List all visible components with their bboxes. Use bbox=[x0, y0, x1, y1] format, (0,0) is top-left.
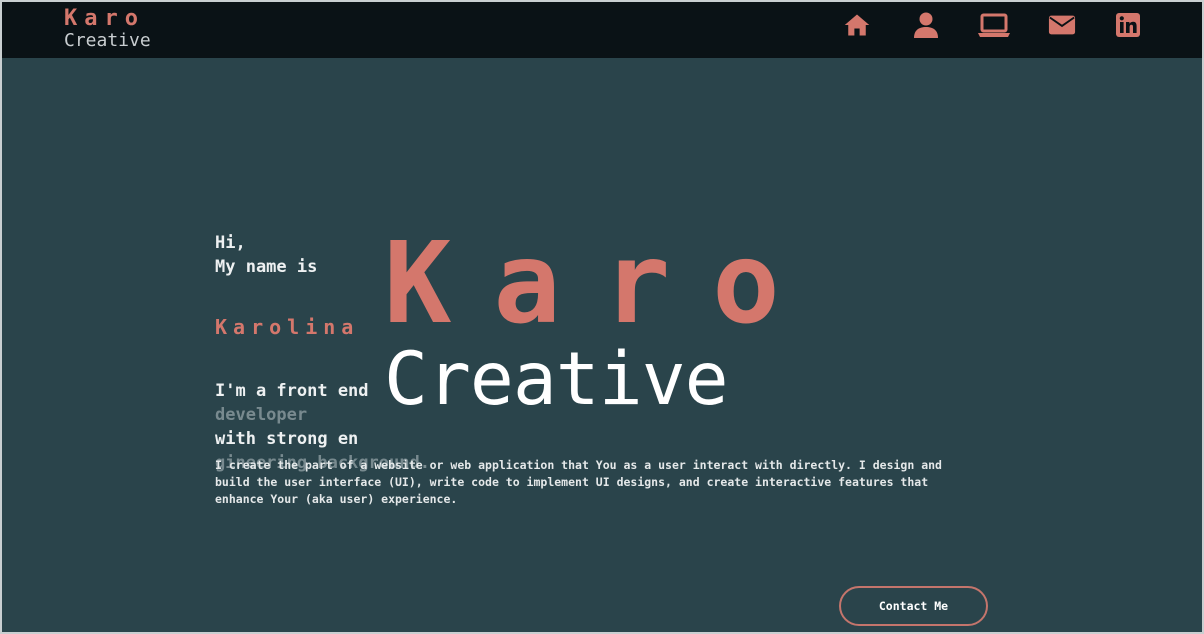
role-line-1-faded: developer bbox=[215, 405, 308, 425]
hero-karo: Karo bbox=[384, 219, 822, 349]
logo-creative: Creative bbox=[64, 30, 151, 51]
greeting-intro: My name is bbox=[215, 257, 318, 277]
full-name: Karolina bbox=[215, 315, 360, 339]
hero-logo-overlay: Karo Creative bbox=[384, 224, 822, 418]
role-line-1: I'm a front end developer bbox=[215, 379, 430, 427]
role-line-2-main: with strong en bbox=[215, 429, 359, 449]
contact-me-button[interactable]: Contact Me bbox=[839, 586, 988, 626]
logo-karo: Karo bbox=[64, 6, 145, 31]
role-line-1-main: I'm a front end bbox=[215, 381, 369, 401]
bio-paragraph: I create the part of a website or web ap… bbox=[215, 458, 942, 506]
greeting: Hi, My name is bbox=[215, 231, 317, 279]
hero-creative: Creative bbox=[384, 337, 729, 422]
greeting-hi: Hi, bbox=[215, 233, 246, 253]
home-icon[interactable] bbox=[843, 11, 871, 39]
linkedin-icon[interactable] bbox=[1114, 11, 1142, 39]
laptop-icon[interactable] bbox=[977, 11, 1011, 39]
site-logo[interactable]: Karo Creative bbox=[64, 6, 151, 51]
top-navbar: Karo Creative bbox=[2, 2, 1202, 58]
page-frame: Karo Creative Hi, My name is Karolina I'… bbox=[0, 0, 1204, 634]
user-icon[interactable] bbox=[912, 11, 940, 39]
mail-icon[interactable] bbox=[1048, 11, 1076, 39]
